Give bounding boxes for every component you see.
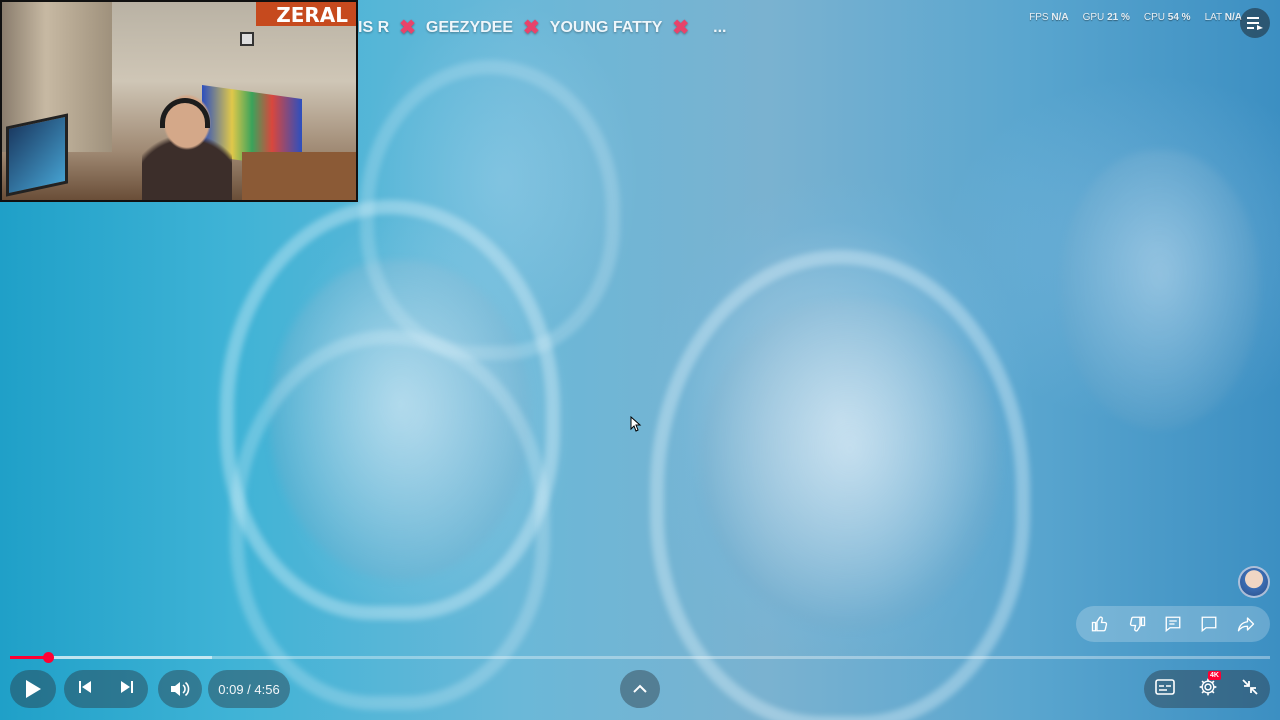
comments-button[interactable] [1159,610,1187,638]
next-button[interactable] [119,679,135,700]
x-mark-icon: ✖ [672,17,690,39]
exit-fullscreen-button[interactable] [1241,678,1259,701]
webcam-monitor [6,113,68,197]
lat-stat: LAT N/A [1204,12,1242,23]
volume-icon [171,681,190,697]
ticker-item: IS R [358,19,390,36]
video-face-shape [700,300,1000,630]
performance-stats: FPS N/A GPU 21 % CPU 54 % LAT N/A [1029,12,1242,23]
cpu-stat: CPU 54 % [1143,12,1191,23]
x-mark-icon: ✖ [399,17,416,39]
chat-icon [1201,616,1217,633]
expand-button[interactable] [620,670,660,708]
previous-button[interactable] [77,679,93,700]
ticker-item: YOUNG FATTY [549,19,663,36]
thumbs-down-icon [1129,616,1145,632]
queue-icon [1247,17,1263,30]
mouse-cursor-icon [630,416,642,432]
play-button[interactable] [10,670,56,708]
time-display-pill: 0:09 / 4:56 [208,670,290,708]
play-icon [26,680,41,698]
subtitles-button[interactable] [1155,678,1176,700]
video-hood-shape [230,330,550,710]
video-hood-shape [360,60,620,360]
subtitles-icon [1155,678,1176,695]
track-navigation [64,670,148,708]
video-actions-bar [1076,606,1270,642]
artist-ticker: IS R ✖ GEEZYDEE ✖ YOUNG FATTY ✖ ... [358,14,727,42]
quality-badge: 4K [1207,670,1221,680]
fps-stat: FPS N/A [1029,12,1069,23]
like-button[interactable] [1086,610,1114,638]
webcam-floor [242,152,356,200]
webcam-overlay: ZERAL [0,0,358,202]
gear-icon [1199,678,1217,695]
share-button[interactable] [1232,610,1260,638]
queue-button[interactable] [1240,8,1270,38]
dislike-button[interactable] [1123,610,1151,638]
thumbs-up-icon [1092,616,1108,632]
chevron-up-icon [633,684,647,693]
next-icon [121,680,133,693]
video-face-shape [1060,150,1260,430]
gpu-stat: GPU 21 % [1082,12,1130,23]
webcam-wall-picture [240,32,254,46]
time-display: 0:09 / 4:56 [218,681,280,697]
exit-fullscreen-icon [1242,678,1258,695]
share-icon [1237,617,1254,632]
volume-button[interactable] [158,670,202,708]
right-controls: 4K [1144,670,1270,708]
channel-avatar[interactable] [1238,566,1270,598]
ticker-more: ... [713,19,727,36]
ticker-item: GEEZYDEE [425,19,514,36]
previous-icon [79,680,91,693]
webcam-logo: ZERAL [256,2,356,27]
chat-button[interactable] [1195,610,1223,638]
x-mark-icon: ✖ [523,17,540,39]
settings-button[interactable]: 4K [1198,670,1221,702]
comment-icon [1165,616,1181,633]
progress-bar[interactable] [10,652,1270,663]
